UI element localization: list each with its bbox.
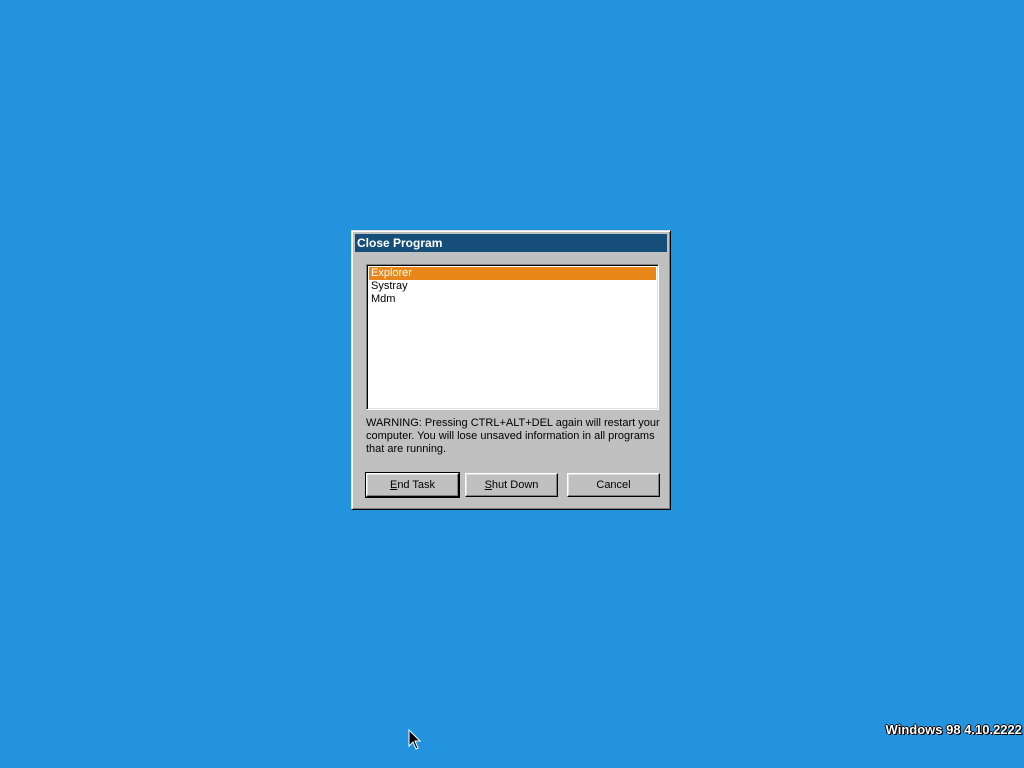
process-listbox[interactable]: Explorer Systray Mdm (366, 264, 659, 410)
cancel-label: Cancel (596, 479, 631, 491)
arrow-pointer-icon (408, 729, 422, 750)
shut-down-mnemonic: S (484, 479, 492, 491)
process-item-label: Explorer (371, 267, 412, 279)
dialog-titlebar[interactable]: Close Program (355, 234, 667, 252)
dialog-title: Close Program (357, 236, 443, 250)
shut-down-button[interactable]: Shut Down (465, 473, 558, 497)
process-item-mdm[interactable]: Mdm (369, 293, 656, 306)
process-item-label: Systray (371, 280, 408, 292)
end-task-button[interactable]: End Task (365, 472, 460, 498)
process-item-explorer[interactable]: Explorer (369, 267, 656, 280)
process-item-systray[interactable]: Systray (369, 280, 656, 293)
cancel-button[interactable]: Cancel (567, 473, 660, 497)
process-item-label: Mdm (371, 293, 396, 305)
end-task-label: nd Task (397, 479, 436, 491)
close-program-dialog: Close Program Explorer Systray Mdm WARNI… (351, 230, 671, 510)
shut-down-label: hut Down (491, 479, 539, 491)
windows-version-label: Windows 98 4.10.2222 (885, 722, 1022, 737)
desktop: Close Program Explorer Systray Mdm WARNI… (0, 0, 1024, 768)
warning-text: WARNING: Pressing CTRL+ALT+DEL again wil… (366, 417, 660, 455)
